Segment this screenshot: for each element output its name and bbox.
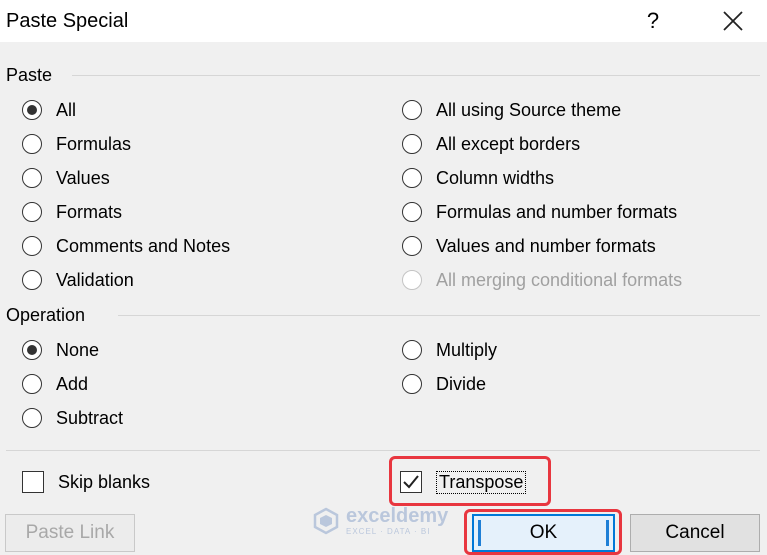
operation-group-label: Operation [6, 305, 86, 325]
radio-label: Add [56, 373, 89, 394]
dialog-title: Paste Special [6, 10, 129, 32]
options-divider [6, 450, 760, 451]
radio-label: Column widths [436, 167, 555, 188]
radio-label: Divide [436, 373, 487, 394]
radio-operation-subtract[interactable]: Subtract [22, 405, 123, 431]
checkbox-label: Skip blanks [58, 471, 151, 492]
ok-focus-ring [478, 520, 609, 546]
radio-label: Formulas [56, 133, 132, 154]
radio-operation-add[interactable]: Add [22, 371, 88, 397]
radio-paste-column-widths[interactable]: Column widths [402, 165, 554, 191]
paste-link-button: Paste Link [5, 514, 135, 552]
radio-circle [402, 340, 422, 360]
radio-label: All except borders [436, 133, 581, 154]
radio-paste-values[interactable]: Values [22, 165, 110, 191]
radio-circle [22, 270, 42, 290]
radio-paste-merging-conditional-formats: All merging conditional formats [402, 267, 682, 293]
radio-circle [402, 100, 422, 120]
title-bar: Paste Special ? [0, 0, 767, 42]
radio-circle [402, 168, 422, 188]
radio-label: Validation [56, 269, 134, 290]
exceldemy-logo-icon [313, 507, 339, 535]
paste-group-label: Paste [6, 65, 53, 85]
radio-operation-multiply[interactable]: Multiply [402, 337, 497, 363]
radio-circle [402, 236, 422, 256]
exceldemy-watermark: exceldemy EXCEL · DATA · BI [312, 506, 448, 536]
cancel-button[interactable]: Cancel [630, 514, 760, 552]
radio-circle [22, 236, 42, 256]
radio-paste-all[interactable]: All [22, 97, 76, 123]
radio-circle [22, 408, 42, 428]
radio-label: None [56, 339, 100, 360]
radio-operation-divide[interactable]: Divide [402, 371, 486, 397]
radio-circle [22, 168, 42, 188]
radio-paste-except-borders[interactable]: All except borders [402, 131, 580, 157]
radio-paste-comments-notes[interactable]: Comments and Notes [22, 233, 230, 259]
radio-selected-dot [27, 105, 37, 115]
radio-label: Formats [56, 201, 123, 222]
radio-paste-validation[interactable]: Validation [22, 267, 134, 293]
radio-label: All merging conditional formats [436, 269, 683, 290]
radio-paste-source-theme[interactable]: All using Source theme [402, 97, 621, 123]
watermark-tagline: EXCEL · DATA · BI [346, 527, 431, 536]
radio-operation-none[interactable]: None [22, 337, 99, 363]
radio-label: Values [56, 167, 110, 188]
radio-label: Multiply [436, 339, 498, 360]
checkbox-box [400, 471, 422, 493]
radio-circle [22, 340, 42, 360]
radio-paste-formulas[interactable]: Formulas [22, 131, 131, 157]
checkmark-icon [403, 475, 419, 489]
watermark-name: exceldemy [346, 505, 449, 527]
checkbox-box [22, 471, 44, 493]
radio-circle [22, 100, 42, 120]
checkbox-label: Transpose [436, 470, 527, 494]
radio-label: All using Source theme [436, 99, 622, 120]
radio-circle [402, 134, 422, 154]
close-icon [723, 11, 743, 31]
radio-label: Subtract [56, 407, 124, 428]
radio-circle [22, 202, 42, 222]
paste-group-divider [72, 75, 760, 76]
radio-label: All [56, 99, 77, 120]
radio-circle [402, 270, 422, 290]
radio-paste-formulas-number-formats[interactable]: Formulas and number formats [402, 199, 677, 225]
radio-paste-formats[interactable]: Formats [22, 199, 122, 225]
radio-circle [22, 134, 42, 154]
radio-label: Comments and Notes [56, 235, 231, 256]
radio-label: Values and number formats [436, 235, 656, 256]
operation-group-divider [118, 315, 760, 316]
radio-label: Formulas and number formats [436, 201, 678, 222]
radio-paste-values-number-formats[interactable]: Values and number formats [402, 233, 656, 259]
skip-blanks-checkbox[interactable]: Skip blanks [22, 468, 150, 496]
close-button[interactable] [714, 6, 750, 36]
ok-button[interactable]: OK [472, 514, 615, 552]
help-button[interactable]: ? [640, 6, 666, 36]
transpose-checkbox[interactable]: Transpose [400, 468, 527, 496]
radio-circle [402, 374, 422, 394]
radio-circle [22, 374, 42, 394]
radio-circle [402, 202, 422, 222]
radio-selected-dot [27, 345, 37, 355]
